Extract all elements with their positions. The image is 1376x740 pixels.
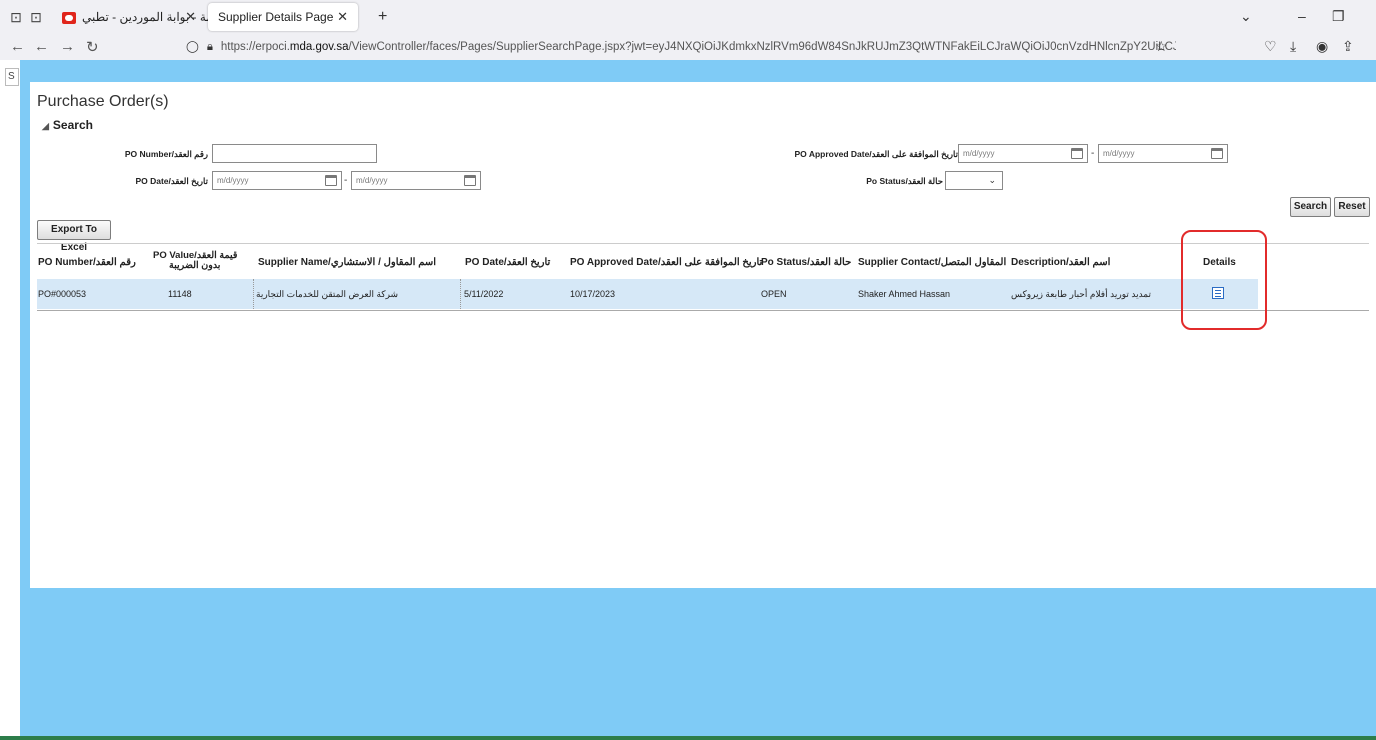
po-approved-date-label: PO Approved Date/تاريخ الموافقة على العق… — [794, 149, 958, 159]
col-header-description[interactable]: Description/اسم العقد — [1011, 257, 1110, 268]
date-range-dash: - — [1091, 148, 1095, 159]
cell-po-number: PO#000053 — [38, 289, 87, 299]
po-approved-date-to[interactable]: m/d/yyyy — [1098, 144, 1228, 163]
col-header-po-status[interactable]: Po Status/حالة العقد — [761, 257, 851, 268]
cell-supplier-contact: Shaker Ahmed Hassan — [858, 289, 951, 299]
calendar-icon[interactable] — [325, 175, 337, 186]
bookmark-star-icon[interactable]: ☆ — [1155, 38, 1168, 55]
back-disabled-icon: ← — [34, 38, 49, 55]
date-placeholder: m/d/yyyy — [1103, 149, 1135, 158]
col-header-po-number[interactable]: PO Number/رقم العقد — [38, 257, 136, 268]
bottom-divider — [0, 736, 1376, 740]
cell-separator — [253, 279, 254, 309]
po-number-label: PO Number/رقم العقد — [124, 149, 208, 159]
tab-list-icon[interactable]: ⊡ — [8, 9, 24, 25]
col-header-po-value[interactable]: PO Value/قيمة العقد بدون الضريبة — [153, 251, 237, 271]
collapse-triangle-icon: ◢ — [42, 121, 49, 131]
oracle-favicon-icon — [62, 11, 76, 24]
browser-tab-bar: ⊡ ⊡ نظرة عامة - بوابة الموردين - تطبي ✕ … — [0, 0, 1376, 34]
tab-supplier-portal[interactable]: نظرة عامة - بوابة الموردين - تطبي ✕ — [56, 3, 253, 31]
cell-po-status: OPEN — [761, 289, 787, 299]
forward-icon[interactable]: → — [60, 38, 75, 55]
extensions-icon[interactable]: ⇪ — [1342, 38, 1354, 55]
tab-label: Supplier Details Page — [218, 10, 334, 24]
close-icon[interactable]: ✕ — [185, 3, 196, 31]
cell-po-approved-date: 10/17/2023 — [570, 289, 616, 299]
calendar-icon[interactable] — [1211, 148, 1223, 159]
date-placeholder: m/d/yyyy — [963, 149, 995, 158]
cell-supplier-name: شركة العرض المتقن للخدمات التجارية — [256, 289, 399, 299]
po-date-from[interactable]: m/d/yyyy — [212, 171, 342, 190]
minimize-icon[interactable]: – — [1298, 8, 1306, 24]
cell-separator — [460, 279, 461, 309]
pocket-icon[interactable]: ♡ — [1264, 38, 1277, 55]
po-date-to[interactable]: m/d/yyyy — [351, 171, 481, 190]
cell-po-date: 5/11/2022 — [464, 289, 504, 299]
new-tab-icon[interactable]: + — [378, 8, 387, 26]
close-icon[interactable]: ✕ — [337, 3, 348, 31]
date-placeholder: m/d/yyyy — [356, 176, 388, 185]
url-bar[interactable]: ◯ 🔒︎ https://erpoci.mda.gov.sa/ViewControl… — [186, 35, 1176, 59]
table-top-border — [37, 243, 1369, 244]
side-tab[interactable]: S — [5, 68, 19, 86]
po-date-label: PO Date/تاريخ العقد — [135, 176, 208, 186]
date-range-dash: - — [344, 175, 348, 186]
po-number-input[interactable] — [212, 144, 377, 163]
browser-nav-bar: ← ← → ↻ ◯ 🔒︎ https://erpoci.mda.gov.sa/Vie… — [0, 34, 1376, 60]
chevron-down-icon[interactable]: ⌄ — [1240, 8, 1252, 25]
po-status-select[interactable]: ⌄ — [945, 171, 1003, 190]
chevron-down-icon: ⌄ — [988, 175, 996, 185]
calendar-icon[interactable] — [464, 175, 476, 186]
search-button[interactable]: Search — [1290, 197, 1331, 217]
po-approved-date-from[interactable]: m/d/yyyy — [958, 144, 1088, 163]
date-placeholder: m/d/yyyy — [217, 176, 249, 185]
calendar-icon[interactable] — [1071, 148, 1083, 159]
cell-description: تمديد توريد أفلام أحبار طابعة زيروكس — [1011, 289, 1152, 299]
reload-icon[interactable]: ↻ — [86, 38, 99, 56]
url-host: mda.gov.sa — [289, 41, 349, 53]
header-band — [20, 60, 1376, 82]
search-section-toggle[interactable]: ◢ Search — [42, 118, 93, 132]
col-header-supplier-name[interactable]: Supplier Name/اسم المقاول / الاستشاري — [258, 257, 436, 268]
col-header-po-value-line2: بدون الضريبة — [169, 260, 221, 271]
tab-supplier-details[interactable]: Supplier Details Page ✕ — [208, 3, 358, 31]
po-status-label: Po Status/حالة العقد — [866, 176, 943, 186]
lock-icon: 🔒︎ — [206, 41, 213, 53]
export-to-excel-button[interactable]: Export To Excel — [37, 220, 111, 253]
maximize-icon[interactable]: ❐ — [1332, 8, 1345, 25]
reset-button[interactable]: Reset — [1334, 197, 1370, 217]
url-path: /ViewController/faces/Pages/SupplierSear… — [348, 41, 1176, 53]
col-header-supplier-contact[interactable]: Supplier Contact/المقاول المتصل — [858, 257, 1006, 268]
download-icon[interactable]: ⤓ — [1290, 38, 1296, 55]
cell-po-value: 11148 — [168, 289, 192, 299]
search-header-label: Search — [52, 118, 93, 132]
account-icon[interactable]: ◉ — [1316, 38, 1328, 55]
table-bottom-border — [37, 310, 1369, 311]
tab-groups-icon[interactable]: ⊡ — [28, 9, 44, 25]
footer-band — [20, 588, 1376, 736]
page-title: Purchase Order(s) — [37, 93, 169, 110]
url-prefix: https://erpoci. — [220, 41, 290, 53]
page-content: S Purchase Order(s) ◢ Search PO Number/رق… — [0, 60, 1376, 740]
back-icon[interactable]: ← — [10, 38, 25, 55]
shield-icon: ◯ — [186, 41, 199, 53]
details-annotation-highlight — [1181, 230, 1267, 330]
col-header-po-approved-date[interactable]: PO Approved Date/تاريخ الموافقة على العق… — [570, 257, 762, 268]
col-header-po-date[interactable]: PO Date/تاريخ العقد — [465, 257, 550, 268]
